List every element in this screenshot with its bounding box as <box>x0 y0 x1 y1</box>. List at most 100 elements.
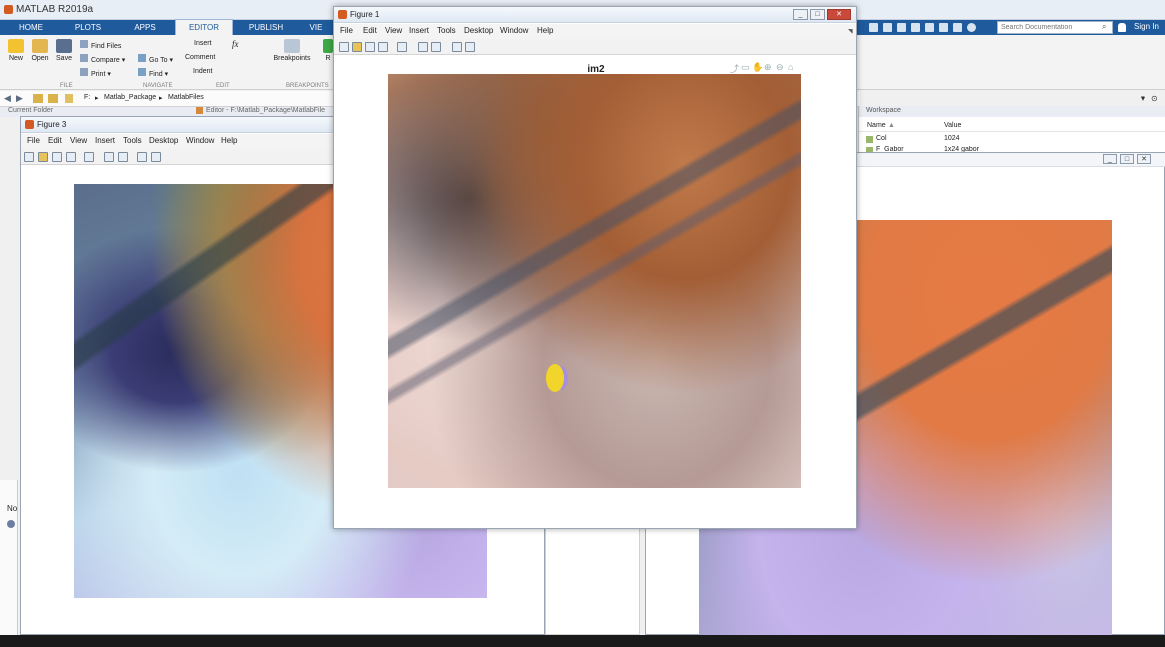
pointer-icon[interactable] <box>452 42 462 52</box>
address-search-icon[interactable]: ⊙ <box>1151 94 1158 103</box>
menu-help[interactable]: Help <box>221 136 237 145</box>
address-part-files[interactable]: MatlabFiles <box>168 94 204 101</box>
address-dropdown-icon[interactable]: ▾ <box>1141 94 1145 103</box>
save-figure-icon[interactable] <box>365 42 375 52</box>
browse-folder-icon[interactable] <box>48 94 58 103</box>
variable-icon <box>866 136 873 143</box>
menu-insert[interactable]: Insert <box>95 136 115 145</box>
tab-publish[interactable]: PUBLISH <box>238 20 294 35</box>
maximize-button[interactable]: □ <box>810 9 825 20</box>
menu-edit[interactable]: Edit <box>48 136 62 145</box>
minimize-button[interactable]: _ <box>1103 154 1117 164</box>
colorbar-icon[interactable] <box>104 152 114 162</box>
link-plot-icon[interactable] <box>397 42 407 52</box>
back-arrow-icon[interactable]: ◀ <box>4 93 11 104</box>
brush-icon[interactable]: ▭ <box>741 62 750 73</box>
save-icon[interactable] <box>869 23 878 32</box>
open-button[interactable]: Open <box>30 39 50 62</box>
link-plot-icon[interactable] <box>84 152 94 162</box>
menu-tools[interactable]: Tools <box>437 26 456 35</box>
find-files-button[interactable]: Find Files <box>80 40 121 50</box>
find-button[interactable]: Find ▾ <box>138 68 168 78</box>
tab-plots[interactable]: PLOTS <box>62 20 114 35</box>
workspace-col-value[interactable]: Value <box>944 122 961 129</box>
plot-tools-icon[interactable] <box>151 152 161 162</box>
copy-icon[interactable] <box>897 23 906 32</box>
menu-insert[interactable]: Insert <box>409 26 429 35</box>
print-figure-icon[interactable] <box>378 42 388 52</box>
new-button[interactable]: New <box>6 39 26 62</box>
menu-window[interactable]: Window <box>186 136 214 145</box>
minimize-button[interactable]: _ <box>793 9 808 20</box>
address-part-package[interactable]: Matlab_Package <box>104 94 156 101</box>
cut-icon[interactable] <box>883 23 892 32</box>
help-icon[interactable] <box>967 23 976 32</box>
maximize-button[interactable]: □ <box>1120 154 1134 164</box>
menu-file[interactable]: File <box>27 136 40 145</box>
undo-icon[interactable] <box>925 23 934 32</box>
menu-edit[interactable]: Edit <box>363 26 377 35</box>
notification-bell-icon[interactable] <box>1118 23 1126 32</box>
pan-icon[interactable]: ✋ <box>752 62 763 73</box>
insert-function-button[interactable]: fx <box>232 39 239 49</box>
menu-view[interactable]: View <box>385 26 402 35</box>
tab-apps[interactable]: APPS <box>120 20 170 35</box>
up-folder-icon[interactable] <box>33 94 43 103</box>
close-button[interactable]: ✕ <box>1137 154 1151 164</box>
save-button[interactable]: Save <box>54 39 74 62</box>
menu-view[interactable]: View <box>70 136 87 145</box>
table-row[interactable]: Col 1024 <box>859 135 1165 145</box>
dock-arrow-icon[interactable]: ◥ <box>848 28 853 35</box>
plot-browser-icon[interactable] <box>465 42 475 52</box>
sign-in-link[interactable]: Sign In <box>1134 22 1159 31</box>
sort-up-icon: ▲ <box>888 122 895 129</box>
chevron-right-icon: ▸ <box>159 95 163 102</box>
figure-3-title: Figure 3 <box>37 120 67 129</box>
find-files-icon <box>80 40 88 48</box>
legend-icon[interactable] <box>431 42 441 52</box>
print-button[interactable]: Print ▾ <box>80 68 111 78</box>
tab-view[interactable]: VIE <box>300 20 332 35</box>
menu-window[interactable]: Window <box>500 26 528 35</box>
colorbar-icon[interactable] <box>418 42 428 52</box>
figure-1-title-bar[interactable]: Figure 1 _ □ ✕ <box>334 7 856 23</box>
tab-editor[interactable]: EDITOR <box>175 19 233 35</box>
chevron-right-icon: ▸ <box>95 95 99 102</box>
insert-button[interactable]: Insert <box>194 40 212 47</box>
data-cursor-icon[interactable] <box>137 152 147 162</box>
menu-help[interactable]: Help <box>537 26 553 35</box>
im2-image[interactable] <box>388 74 801 488</box>
menu-file[interactable]: File <box>340 26 353 35</box>
home-icon[interactable]: ⌂ <box>788 62 793 72</box>
search-icon[interactable]: ⌕ <box>1102 22 1106 32</box>
figure-1-toolbar <box>334 39 856 55</box>
redo-icon[interactable] <box>939 23 948 32</box>
save-figure-icon[interactable] <box>52 152 62 162</box>
zoom-in-icon[interactable]: ⊕ <box>764 62 772 73</box>
menu-desktop[interactable]: Desktop <box>464 26 493 35</box>
print-figure-icon[interactable] <box>66 152 76 162</box>
tab-home[interactable]: HOME <box>6 20 56 35</box>
close-button[interactable]: ✕ <box>827 9 851 20</box>
legend-icon[interactable] <box>118 152 128 162</box>
indent-button[interactable]: Indent <box>193 68 212 75</box>
forward-arrow-icon[interactable]: ▶ <box>16 93 23 104</box>
breakpoints-button[interactable]: Breakpoints <box>272 39 312 62</box>
figure-1-menubar: File Edit View Insert Tools Desktop Wind… <box>334 24 856 39</box>
go-to-button[interactable]: Go To ▾ <box>138 54 173 64</box>
address-part-drive[interactable]: F: <box>84 94 90 101</box>
paste-icon[interactable] <box>911 23 920 32</box>
open-file-icon[interactable] <box>38 152 48 162</box>
search-documentation-input[interactable] <box>997 21 1113 34</box>
switch-windows-icon[interactable] <box>953 23 962 32</box>
menu-tools[interactable]: Tools <box>123 136 142 145</box>
new-figure-icon[interactable] <box>24 152 34 162</box>
editor-icon <box>196 107 203 114</box>
comment-button[interactable]: Comment <box>185 54 215 61</box>
zoom-out-icon[interactable]: ⊖ <box>776 62 784 73</box>
compare-button[interactable]: Compare ▾ <box>80 54 125 64</box>
menu-desktop[interactable]: Desktop <box>149 136 178 145</box>
open-file-icon[interactable] <box>352 42 362 52</box>
new-figure-icon[interactable] <box>339 42 349 52</box>
workspace-col-name[interactable]: Name <box>867 122 886 129</box>
